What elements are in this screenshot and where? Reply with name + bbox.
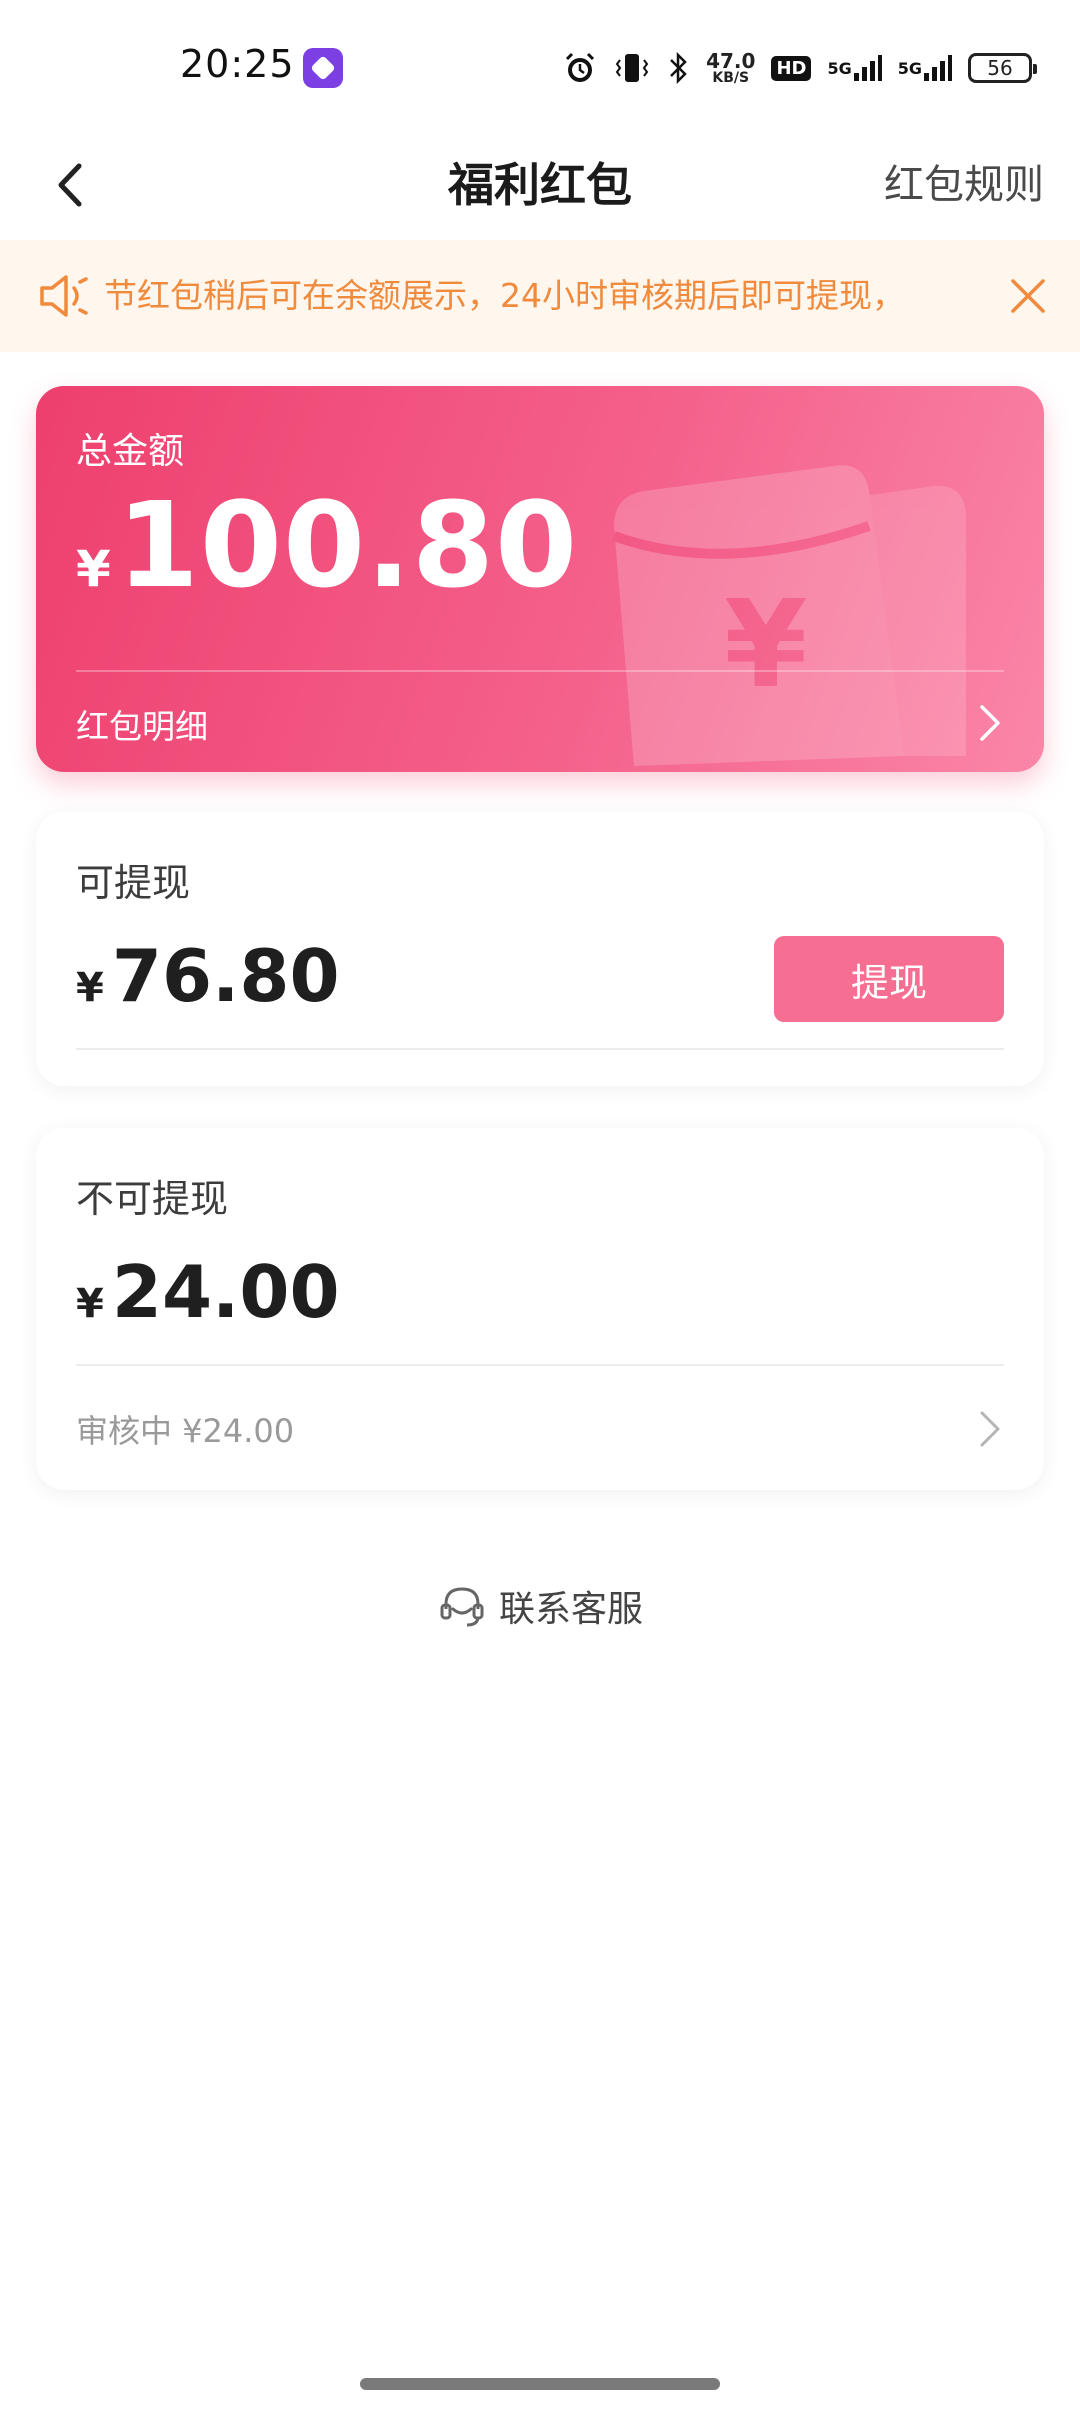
withdrawable-card: 可提现 ¥ 76.80 提现: [36, 812, 1044, 1086]
non-withdrawable-title: 不可提现: [76, 1177, 229, 1221]
total-label: 总金额: [76, 431, 185, 472]
alarm-icon: [562, 50, 598, 86]
net-speed: 47.0 KB/S: [706, 49, 756, 86]
status-time: 20:25: [180, 42, 295, 86]
non-withdrawable-amount-value: 24.00: [111, 1250, 340, 1334]
currency-symbol: ¥: [76, 965, 104, 1011]
contact-support-button[interactable]: 联系客服: [0, 1570, 1080, 1642]
home-indicator[interactable]: [360, 2378, 720, 2390]
non-withdrawable-amount: ¥ 24.00: [76, 1256, 340, 1328]
chevron-right-icon: [980, 1411, 1000, 1447]
battery-icon: 56: [968, 53, 1037, 83]
signal-icon: 5G: [827, 53, 882, 83]
notice-text: 节红包稍后可在余额展示，24小时审核期后即可提现，: [104, 276, 905, 315]
hd-badge: HD: [771, 55, 812, 81]
notice-bar: 节红包稍后可在余额展示，24小时审核期后即可提现，: [0, 240, 1080, 352]
under-review-row[interactable]: 审核中 ¥24.00: [36, 1368, 1044, 1490]
currency-symbol: ¥: [76, 1281, 104, 1327]
headset-icon: [440, 1587, 484, 1627]
red-envelope-detail-link[interactable]: 红包明细: [36, 672, 1044, 772]
total-amount: ¥ 100.80: [76, 486, 578, 604]
withdrawable-amount: ¥ 76.80: [76, 940, 340, 1012]
signal-icon-2: 5G: [898, 53, 952, 83]
vibrate-icon: [614, 50, 650, 86]
under-review-text: 审核中 ¥24.00: [76, 1412, 295, 1450]
withdrawable-amount-value: 76.80: [111, 934, 340, 1018]
rules-link[interactable]: 红包规则: [884, 152, 1044, 218]
total-amount-card: ¥ 总金额 ¥ 100.80 红包明细: [36, 386, 1044, 772]
divider: [76, 1048, 1004, 1050]
status-bar: 20:25 47.0 KB/S HD 5G 5G 56: [0, 0, 1080, 130]
app-shortcut-icon: [303, 48, 343, 88]
bluetooth-icon: [666, 50, 690, 86]
withdrawable-title: 可提现: [76, 861, 191, 905]
withdraw-button[interactable]: 提现: [774, 936, 1004, 1022]
currency-symbol: ¥: [76, 540, 111, 598]
speaker-icon: [40, 275, 88, 317]
detail-link-label: 红包明细: [76, 707, 208, 746]
notice-close-button[interactable]: [998, 266, 1058, 326]
non-withdrawable-card: 不可提现 ¥ 24.00 审核中 ¥24.00: [36, 1128, 1044, 1490]
divider: [76, 1364, 1004, 1366]
contact-support-label: 联系客服: [498, 1589, 643, 1630]
header: 福利红包 红包规则: [0, 130, 1080, 240]
status-icons: 47.0 KB/S HD 5G 5G 56: [562, 44, 1037, 92]
chevron-right-icon: [980, 705, 1000, 741]
total-amount-value: 100.80: [116, 476, 579, 614]
close-icon: [1011, 279, 1045, 313]
